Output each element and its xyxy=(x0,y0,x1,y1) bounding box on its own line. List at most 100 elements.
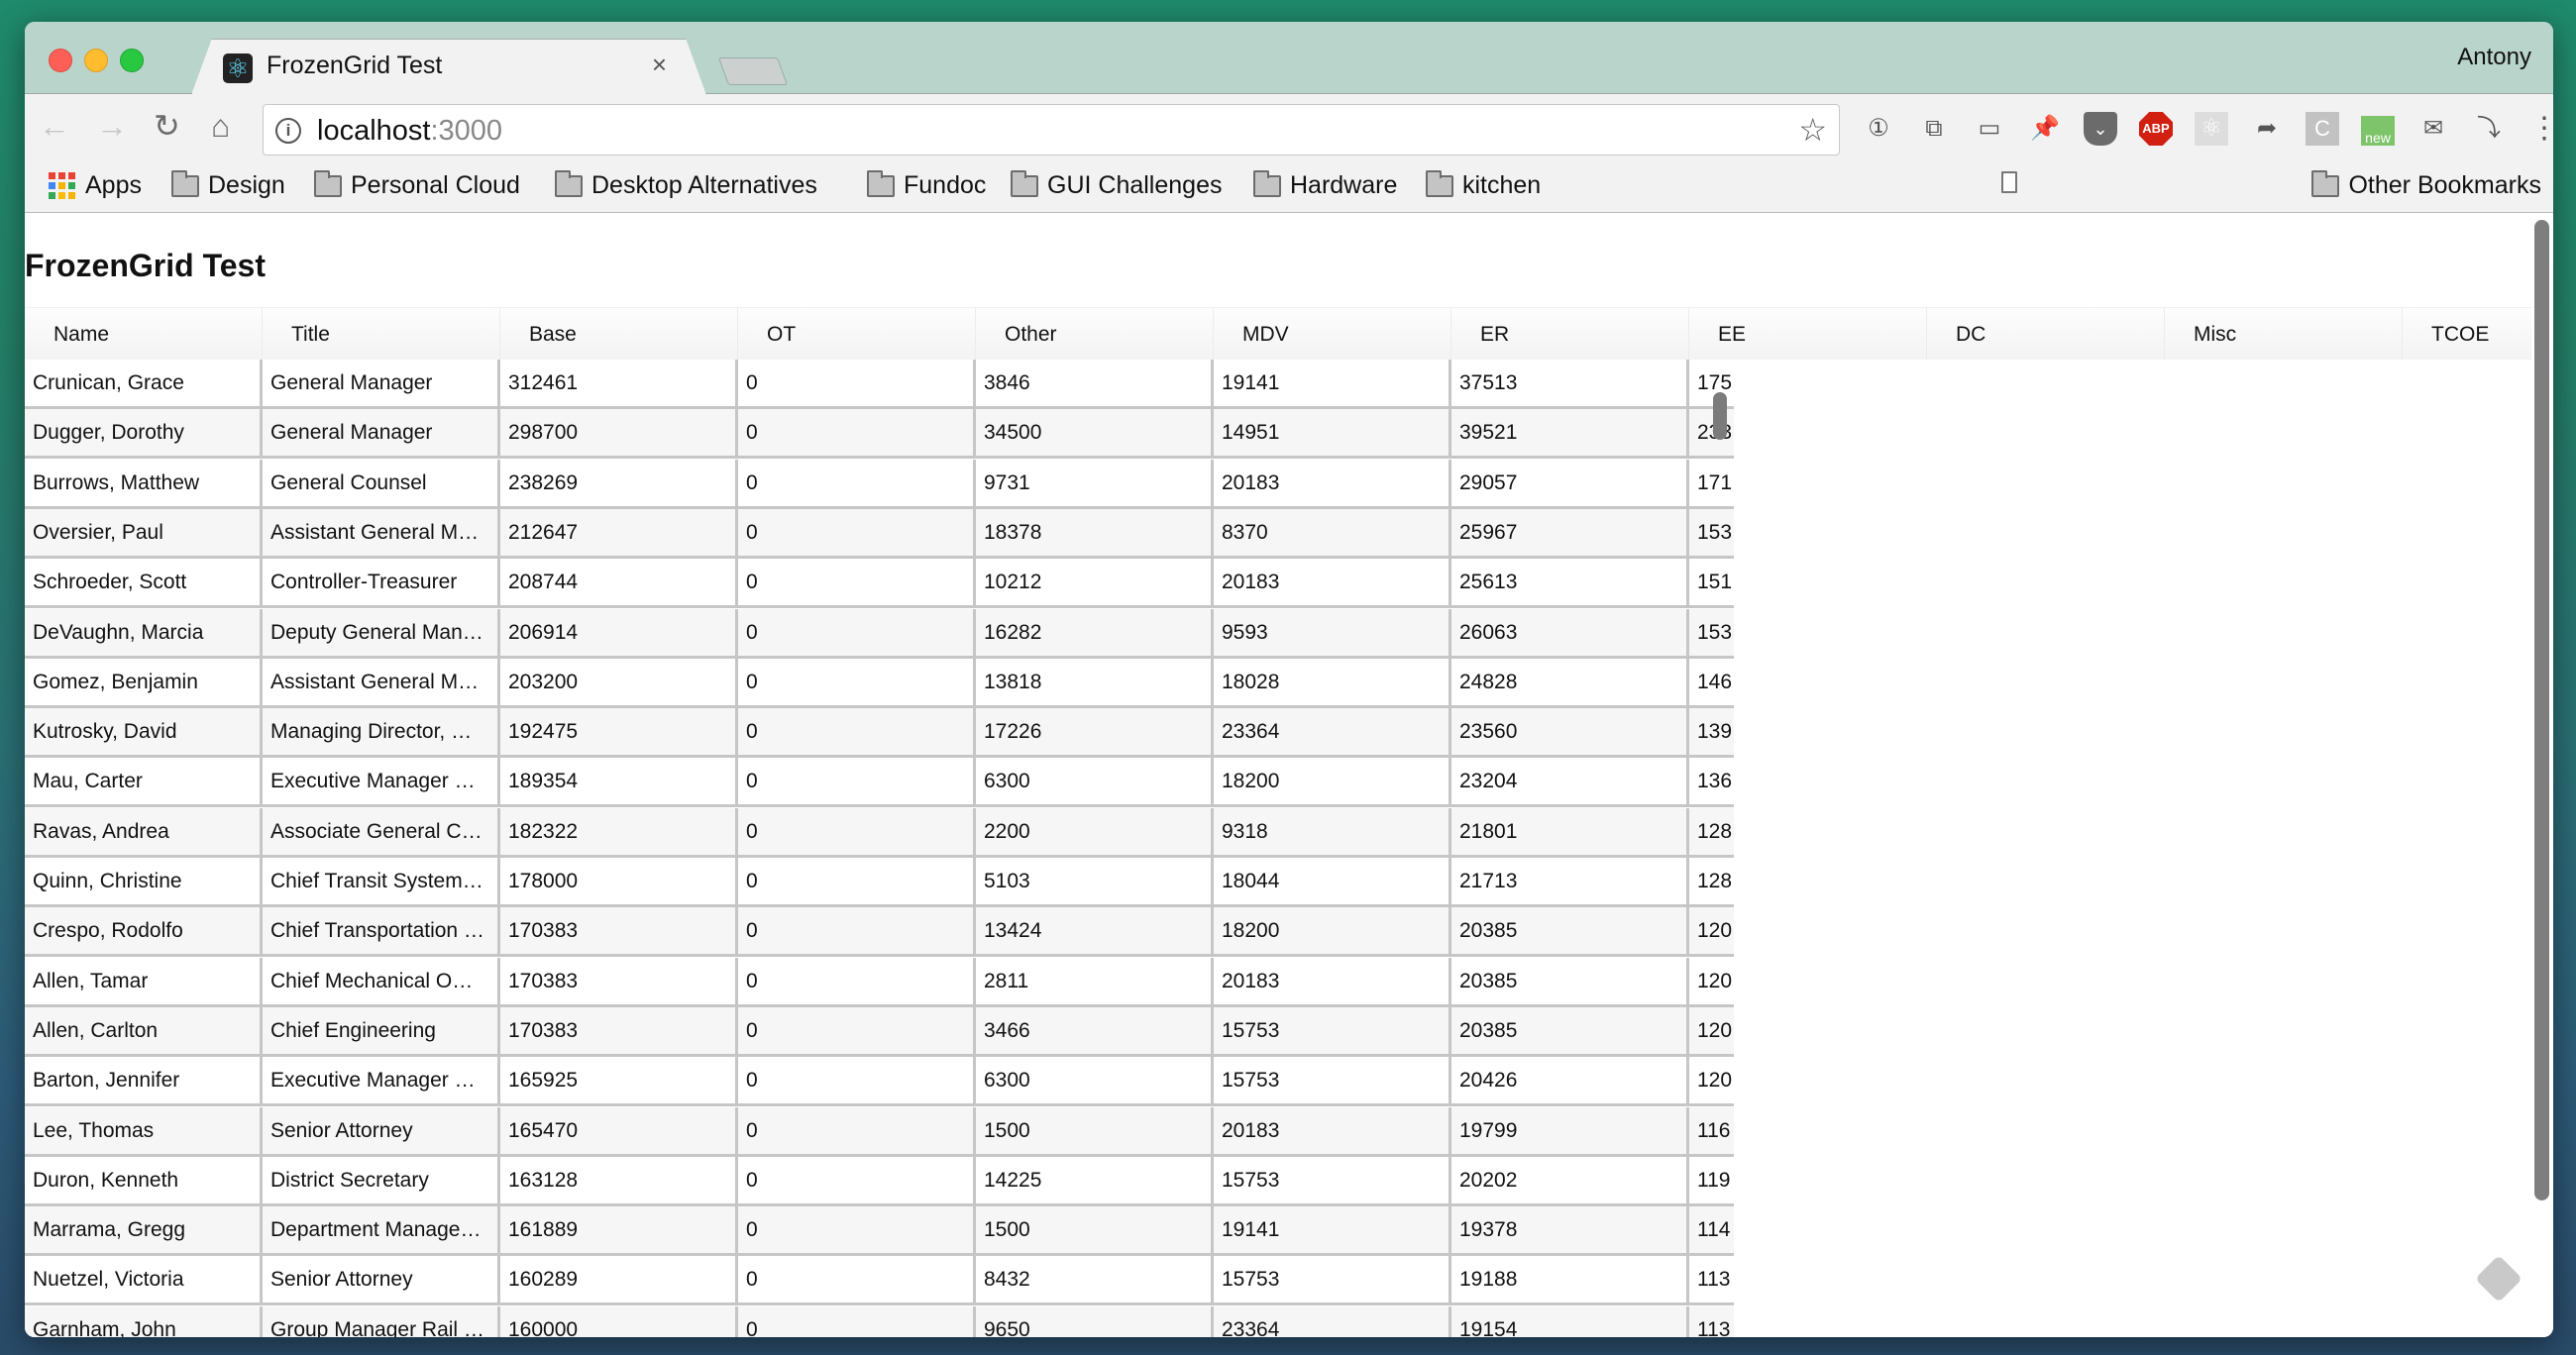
table-row[interactable]: Crespo, Rodolfo Chief Transportation … 170… xyxy=(25,907,1734,957)
page-content: FrozenGrid Test Name Title Base OT Other MDV E… xyxy=(25,214,2553,1337)
copy-tabs-icon[interactable]: ⧉ xyxy=(1917,112,1951,146)
table-row[interactable]: Garnham, John Group Manager Rail … 160000 0… xyxy=(25,1306,1734,1337)
table-row[interactable]: Allen, Carlton Chief Engineering 170383 0 34… xyxy=(25,1007,1734,1057)
url-text[interactable]: localhost:3000 xyxy=(317,115,502,148)
home-icon[interactable]: ⌂ xyxy=(211,108,230,144)
cell-ot: 0 xyxy=(738,858,976,904)
cell-title: Senior Attorney xyxy=(263,1107,500,1154)
bookmark-apps[interactable]: Apps xyxy=(49,171,142,200)
1password-icon[interactable]: ① xyxy=(1862,112,1895,146)
table-row[interactable]: Crunican, Grace General Manager 312461 0 384… xyxy=(25,360,1734,409)
cell-base: 192475 xyxy=(500,708,738,755)
zoom-window-button[interactable] xyxy=(120,49,144,72)
cell-ee: 139 xyxy=(1689,708,1734,755)
column-header-name[interactable]: Name xyxy=(25,308,263,361)
cell-ee: 120 xyxy=(1689,1007,1734,1054)
tab-close-icon[interactable]: × xyxy=(652,50,667,80)
table-row[interactable]: Ravas, Andrea Associate General C… 182322 0… xyxy=(25,808,1734,858)
table-row[interactable]: Schroeder, Scott Controller-Treasurer 2087… xyxy=(25,559,1734,608)
cell-er: 20202 xyxy=(1451,1157,1689,1203)
pocket-icon[interactable]: ⌄ xyxy=(2084,112,2117,146)
share-icon[interactable]: ➦ xyxy=(2250,112,2284,146)
bookmark-star-icon[interactable]: ☆ xyxy=(1798,111,1827,149)
cell-other: 1500 xyxy=(976,1206,1214,1253)
bookmark-hardware[interactable]: Hardware xyxy=(1253,169,1397,200)
tab-content[interactable]: ⚛ FrozenGrid Test × xyxy=(191,40,706,95)
column-header-er[interactable]: ER xyxy=(1451,308,1689,361)
table-row[interactable]: Nuetzel, Victoria Senior Attorney 160289 0 8… xyxy=(25,1256,1734,1305)
cell-er: 19154 xyxy=(1451,1306,1689,1337)
page-scrollbar-thumb[interactable] xyxy=(2534,220,2549,1200)
minimize-window-button[interactable] xyxy=(84,49,108,72)
cell-mdv: 18028 xyxy=(1214,659,1451,705)
new-tab-button[interactable] xyxy=(717,57,789,85)
table-row[interactable]: Burrows, Matthew General Counsel 238269 0 97… xyxy=(25,460,1734,509)
other-bookmarks[interactable]: Other Bookmarks xyxy=(2311,169,2541,200)
table-row[interactable]: Barton, Jennifer Executive Manager … 16592… xyxy=(25,1057,1734,1106)
cell-ot: 0 xyxy=(738,708,976,755)
close-window-button[interactable] xyxy=(49,49,72,72)
bookmark-kitchen[interactable]: kitchen xyxy=(1426,169,1541,200)
column-header-title[interactable]: Title xyxy=(263,308,500,361)
bookmark-label: Design xyxy=(208,171,285,199)
column-header-mdv[interactable]: MDV xyxy=(1214,308,1451,361)
table-row[interactable]: Mau, Carter Executive Manager … 189354 0 630… xyxy=(25,758,1734,807)
bookmark-gui-challenges[interactable]: GUI Challenges xyxy=(1011,169,1222,200)
mail-check-icon[interactable]: ✉ xyxy=(2416,112,2450,146)
info-icon[interactable]: i xyxy=(275,118,301,144)
feedly-icon[interactable] xyxy=(2474,1254,2523,1303)
grid-scrollbar-thumb[interactable] xyxy=(1713,392,1727,440)
bookmark-desktop-alternatives[interactable]: Desktop Alternatives xyxy=(555,169,817,200)
table-row[interactable]: Lee, Thomas Senior Attorney 165470 0 1500 201… xyxy=(25,1107,1734,1157)
cell-name: Mau, Carter xyxy=(25,758,263,804)
cell-name: Ravas, Andrea xyxy=(25,808,263,855)
pin-icon[interactable]: 📌 xyxy=(2028,112,2062,146)
folder-icon xyxy=(1426,169,1453,197)
table-row[interactable]: Dugger, Dorothy General Manager 298700 0 345… xyxy=(25,409,1734,459)
forward-arrow-icon[interactable]: → xyxy=(96,108,128,144)
bookmark-page[interactable] xyxy=(2001,171,2017,193)
new-extension-icon[interactable]: new xyxy=(2361,116,2395,146)
screenshot-icon[interactable]: ▭ xyxy=(1973,112,2006,146)
cell-ee: 120 xyxy=(1689,907,1734,954)
cell-ee: 120 xyxy=(1689,958,1734,1004)
back-arrow-icon[interactable]: ← xyxy=(39,108,70,144)
reload-icon[interactable]: ↻ xyxy=(154,108,180,144)
column-header-dc[interactable]: DC xyxy=(1927,308,2165,361)
profile-name[interactable]: Antony xyxy=(2457,44,2531,71)
c-extension-icon[interactable]: C xyxy=(2306,112,2339,146)
document-icon xyxy=(2001,171,2017,193)
download-icon[interactable]: ⤵ xyxy=(2472,112,2506,146)
column-header-misc[interactable]: Misc xyxy=(2165,308,2403,361)
bookmark-personal-cloud[interactable]: Personal Cloud xyxy=(314,169,520,200)
bookmark-label: Fundoc xyxy=(904,171,987,199)
column-header-other[interactable]: Other xyxy=(976,308,1214,361)
table-row[interactable]: Quinn, Christine Chief Transit System… 178… xyxy=(25,858,1734,907)
table-row[interactable]: Marrama, Gregg Department Manage… 161889 0 1… xyxy=(25,1206,1734,1256)
adblock-plus-icon[interactable]: ABP xyxy=(2139,112,2173,146)
column-header-ot[interactable]: OT xyxy=(738,308,976,361)
column-header-ee[interactable]: EE xyxy=(1689,308,1927,361)
table-row[interactable]: Gomez, Benjamin Assistant General M… 20320… xyxy=(25,659,1734,708)
cell-ot: 0 xyxy=(738,1007,976,1054)
column-header-base[interactable]: Base xyxy=(500,308,738,361)
bookmark-label: Personal Cloud xyxy=(351,171,520,199)
folder-icon xyxy=(555,169,583,197)
cell-base: 165925 xyxy=(500,1057,738,1103)
cell-title: Deputy General Man… xyxy=(263,609,500,656)
cell-name: Gomez, Benjamin xyxy=(25,659,263,705)
address-bar[interactable]: i localhost:3000 ☆ xyxy=(263,104,1840,156)
table-row[interactable]: DeVaughn, Marcia Deputy General Man… 20691… xyxy=(25,609,1734,659)
cell-ot: 0 xyxy=(738,907,976,954)
bookmark-fundoc[interactable]: Fundoc xyxy=(867,169,987,200)
table-row[interactable]: Oversier, Paul Assistant General M… 212647… xyxy=(25,509,1734,559)
column-header-tcoe[interactable]: TCOE xyxy=(2403,308,2553,361)
cell-title: District Secretary xyxy=(263,1157,500,1203)
bookmark-design[interactable]: Design xyxy=(171,169,285,200)
table-row[interactable]: Kutrosky, David Managing Director, … 19247… xyxy=(25,708,1734,758)
grid-body[interactable]: Crunican, Grace General Manager 312461 0 384… xyxy=(25,360,1734,1337)
table-row[interactable]: Allen, Tamar Chief Mechanical O… 170383 0 28… xyxy=(25,958,1734,1007)
menu-icon[interactable]: ⋮ xyxy=(2527,112,2553,146)
react-devtools-icon[interactable]: ⚛ xyxy=(2195,112,2228,146)
table-row[interactable]: Duron, Kenneth District Secretary 163128 0 1… xyxy=(25,1157,1734,1206)
